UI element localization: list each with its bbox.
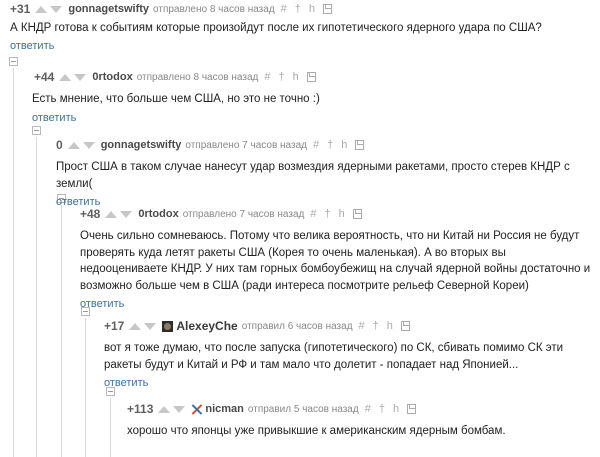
reply-link[interactable]: ответить xyxy=(104,377,595,389)
upvote-icon[interactable] xyxy=(35,5,48,13)
comment-rating: 0 xyxy=(56,138,63,152)
comment-text: А КНДР готова к событиям которые произой… xyxy=(10,22,542,34)
thread-line xyxy=(85,318,86,457)
comment-header: +48 0rtodox отправлено 7 часов назад # †… xyxy=(80,207,595,221)
save-icon[interactable] xyxy=(352,209,362,219)
comment: 0 gonnagetswifty отправлено 7 часов наза… xyxy=(56,138,596,208)
comment-timestamp[interactable]: отправил 5 часов назад xyxy=(248,404,359,415)
comment-rating: +31 xyxy=(10,2,31,16)
save-icon[interactable] xyxy=(355,140,365,150)
comment-timestamp[interactable]: отправил 6 часов назад xyxy=(242,321,353,332)
save-icon[interactable] xyxy=(323,4,333,14)
comment-text: Прост США в таком случае нанесут удар во… xyxy=(56,161,570,190)
comment-timestamp[interactable]: отправлено 8 часов назад xyxy=(137,72,259,83)
upvote-icon[interactable] xyxy=(59,73,72,81)
comment-rating: +44 xyxy=(34,70,55,84)
comment-header: +113 nicman отправил 5 часов назад # † h xyxy=(127,402,595,416)
comment-timestamp[interactable]: отправлено 7 часов назад xyxy=(185,140,307,151)
collapse-toggle[interactable] xyxy=(9,57,18,66)
save-icon[interactable] xyxy=(400,321,410,331)
comment: +48 0rtodox отправлено 7 часов назад # †… xyxy=(80,207,595,310)
link-icon[interactable]: # xyxy=(281,3,287,15)
reply-link[interactable]: ответить xyxy=(80,298,595,310)
pin-icon[interactable]: † xyxy=(379,403,385,415)
thread-line xyxy=(36,137,37,457)
downvote-icon[interactable] xyxy=(144,322,157,330)
comment-author[interactable]: gonnagetswifty xyxy=(68,3,149,15)
link-icon[interactable]: # xyxy=(365,403,371,415)
comment: +17 AlexeyChe отправил 6 часов назад # †… xyxy=(104,319,595,389)
link-icon[interactable]: # xyxy=(313,139,319,151)
user-icon[interactable]: h xyxy=(339,208,345,220)
comment-author[interactable]: 0rtodox xyxy=(92,71,132,83)
downvote-icon[interactable] xyxy=(50,5,63,13)
upvote-icon[interactable] xyxy=(105,210,118,218)
pin-icon[interactable]: † xyxy=(295,3,301,15)
comment-author[interactable]: AlexeyChe xyxy=(176,319,237,333)
comment-header: +31 gonnagetswifty отправлено 8 часов на… xyxy=(10,2,595,16)
thread-line xyxy=(110,398,111,457)
downvote-icon[interactable] xyxy=(82,141,95,149)
downvote-icon[interactable] xyxy=(74,73,87,81)
comment-header: 0 gonnagetswifty отправлено 7 часов наза… xyxy=(56,138,596,152)
comment: +113 nicman отправил 5 часов назад # † h… xyxy=(127,402,595,440)
comment-rating: +48 xyxy=(80,207,101,221)
comment-timestamp[interactable]: отправлено 8 часов назад xyxy=(153,4,275,15)
pin-icon[interactable]: † xyxy=(324,208,330,220)
comment-text: Есть мнение, что больше чем США, но это … xyxy=(32,93,320,105)
comment-text: Очень сильно сомневаюсь. Потому что вели… xyxy=(80,230,591,292)
upvote-icon[interactable] xyxy=(158,405,171,413)
downvote-icon[interactable] xyxy=(120,210,133,218)
pin-icon[interactable]: † xyxy=(327,139,333,151)
downvote-icon[interactable] xyxy=(173,405,186,413)
upvote-icon[interactable] xyxy=(67,141,80,149)
comment-author[interactable]: gonnagetswifty xyxy=(101,139,182,151)
comment-header: +17 AlexeyChe отправил 6 часов назад # †… xyxy=(104,319,595,333)
link-icon[interactable]: # xyxy=(310,208,316,220)
pin-icon[interactable]: † xyxy=(373,320,379,332)
comment-author[interactable]: nicman xyxy=(205,403,244,415)
user-icon[interactable]: h xyxy=(309,3,315,15)
link-icon[interactable]: # xyxy=(359,320,365,332)
comment-text: вот я тоже думаю, что после запуска (гип… xyxy=(104,342,564,371)
thread-line xyxy=(13,68,14,457)
comment-author[interactable]: 0rtodox xyxy=(138,208,178,220)
thread-line xyxy=(61,205,62,457)
reply-link[interactable]: ответить xyxy=(32,112,594,124)
user-icon[interactable]: h xyxy=(293,71,299,83)
avatar[interactable] xyxy=(162,320,174,332)
comment-rating: +113 xyxy=(127,402,154,416)
link-icon[interactable]: # xyxy=(264,71,270,83)
comment-rating: +17 xyxy=(104,319,125,333)
collapse-toggle[interactable] xyxy=(32,126,41,135)
reply-link[interactable]: ответить xyxy=(10,40,595,52)
upvote-icon[interactable] xyxy=(129,322,142,330)
comment-timestamp[interactable]: отправлено 7 часов назад xyxy=(183,209,305,220)
pin-icon[interactable]: † xyxy=(278,71,284,83)
user-icon[interactable]: h xyxy=(393,403,399,415)
comment-text: хорошо что японцы уже привыкшие к америк… xyxy=(127,425,506,437)
save-icon[interactable] xyxy=(407,404,417,414)
user-icon[interactable]: h xyxy=(341,139,347,151)
user-icon[interactable]: h xyxy=(387,320,393,332)
comment-header: +44 0rtodox отправлено 8 часов назад # †… xyxy=(34,70,594,84)
save-icon[interactable] xyxy=(306,72,316,82)
comment: +44 0rtodox отправлено 8 часов назад # †… xyxy=(32,70,594,124)
avatar[interactable] xyxy=(191,404,202,415)
comment: +31 gonnagetswifty отправлено 8 часов на… xyxy=(10,2,595,52)
